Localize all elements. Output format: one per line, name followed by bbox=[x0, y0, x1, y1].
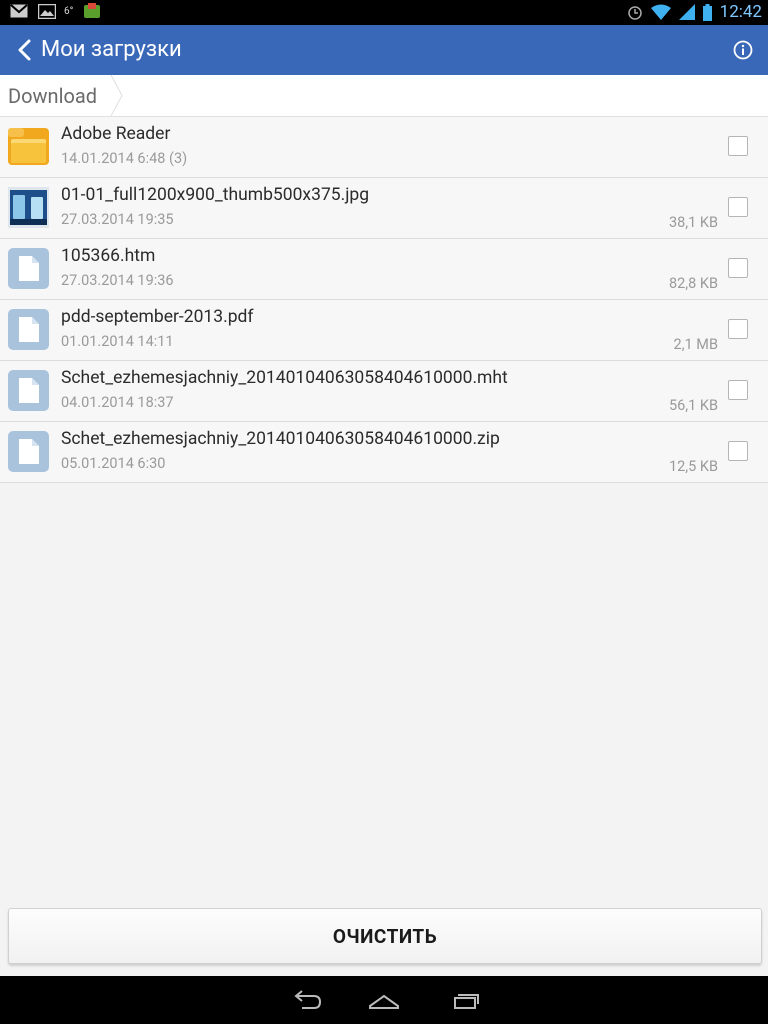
back-arrow-icon[interactable] bbox=[14, 37, 36, 63]
file-name: Adobe Reader bbox=[61, 124, 171, 144]
signal-icon bbox=[678, 4, 695, 20]
file-size: 12,5 KB bbox=[668, 458, 718, 475]
home-nav-icon[interactable] bbox=[364, 988, 404, 1012]
file-date: 27.03.2014 19:35 bbox=[61, 211, 174, 228]
clear-button-label: ОЧИСТИТЬ bbox=[332, 924, 438, 948]
navigation-bar bbox=[0, 976, 768, 1024]
file-name: Schet_ezhemesjachniy_2014010406305840461… bbox=[61, 429, 500, 449]
breadcrumb-separator-icon bbox=[110, 75, 123, 116]
clock-text: 12:42 bbox=[719, 2, 762, 22]
select-checkbox[interactable] bbox=[728, 441, 748, 461]
select-checkbox[interactable] bbox=[728, 258, 748, 278]
file-list: Adobe Reader 14.01.2014 6:48 (3) 01-01_f… bbox=[0, 117, 768, 483]
select-checkbox[interactable] bbox=[728, 197, 748, 217]
file-date: 04.01.2014 18:37 bbox=[61, 394, 174, 411]
list-item[interactable]: Adobe Reader 14.01.2014 6:48 (3) bbox=[0, 117, 768, 178]
document-file-icon bbox=[8, 248, 49, 289]
folder-icon bbox=[8, 128, 49, 165]
recents-nav-icon[interactable] bbox=[445, 988, 485, 1012]
file-date: 27.03.2014 19:36 bbox=[61, 272, 174, 289]
file-date: 14.01.2014 6:48 (3) bbox=[61, 150, 188, 167]
file-date: 01.01.2014 14:11 bbox=[61, 333, 174, 350]
alarm-icon bbox=[627, 6, 642, 20]
select-checkbox[interactable] bbox=[728, 136, 748, 156]
list-item[interactable]: 01-01_full1200x900_thumb500x375.jpg 27.0… bbox=[0, 178, 768, 239]
file-size: 38,1 KB bbox=[668, 214, 718, 231]
select-checkbox[interactable] bbox=[728, 380, 748, 400]
file-name: 01-01_full1200x900_thumb500x375.jpg bbox=[61, 185, 370, 205]
list-item[interactable]: 105366.htm 27.03.2014 19:36 82,8 KB bbox=[0, 239, 768, 300]
file-date: 05.01.2014 6:30 bbox=[61, 455, 166, 472]
file-name: Schet_ezhemesjachniy_2014010406305840461… bbox=[61, 368, 508, 388]
select-checkbox[interactable] bbox=[728, 319, 748, 339]
file-name: pdd-september-2013.pdf bbox=[61, 307, 254, 327]
battery-icon bbox=[702, 3, 712, 21]
file-size: 56,1 KB bbox=[668, 397, 718, 414]
document-file-icon bbox=[8, 370, 49, 411]
file-size: 2,1 MB bbox=[673, 336, 718, 353]
info-icon[interactable] bbox=[733, 40, 753, 60]
file-name: 105366.htm bbox=[61, 246, 156, 266]
temperature-text: 6° bbox=[64, 5, 74, 17]
android-app-icon bbox=[84, 3, 101, 18]
list-item[interactable]: Schet_ezhemesjachniy_2014010406305840461… bbox=[0, 422, 768, 483]
app-bar: Мои загрузки bbox=[0, 25, 768, 75]
clear-button[interactable]: ОЧИСТИТЬ bbox=[8, 908, 762, 964]
document-file-icon bbox=[8, 431, 49, 472]
status-bar: 6° 12:42 bbox=[0, 0, 768, 25]
document-file-icon bbox=[8, 309, 49, 350]
back-nav-icon[interactable] bbox=[288, 988, 328, 1012]
image-thumbnail bbox=[8, 187, 49, 228]
wifi-icon bbox=[650, 4, 671, 20]
gallery-icon bbox=[38, 3, 56, 19]
list-item[interactable]: Schet_ezhemesjachniy_2014010406305840461… bbox=[0, 361, 768, 422]
list-item[interactable]: pdd-september-2013.pdf 01.01.2014 14:11 … bbox=[0, 300, 768, 361]
file-size: 82,8 KB bbox=[668, 275, 718, 292]
page-title: Мои загрузки bbox=[41, 37, 182, 62]
breadcrumb-item-download[interactable]: Download bbox=[8, 84, 97, 108]
gmail-icon bbox=[10, 4, 28, 18]
breadcrumb: Download bbox=[0, 75, 768, 117]
